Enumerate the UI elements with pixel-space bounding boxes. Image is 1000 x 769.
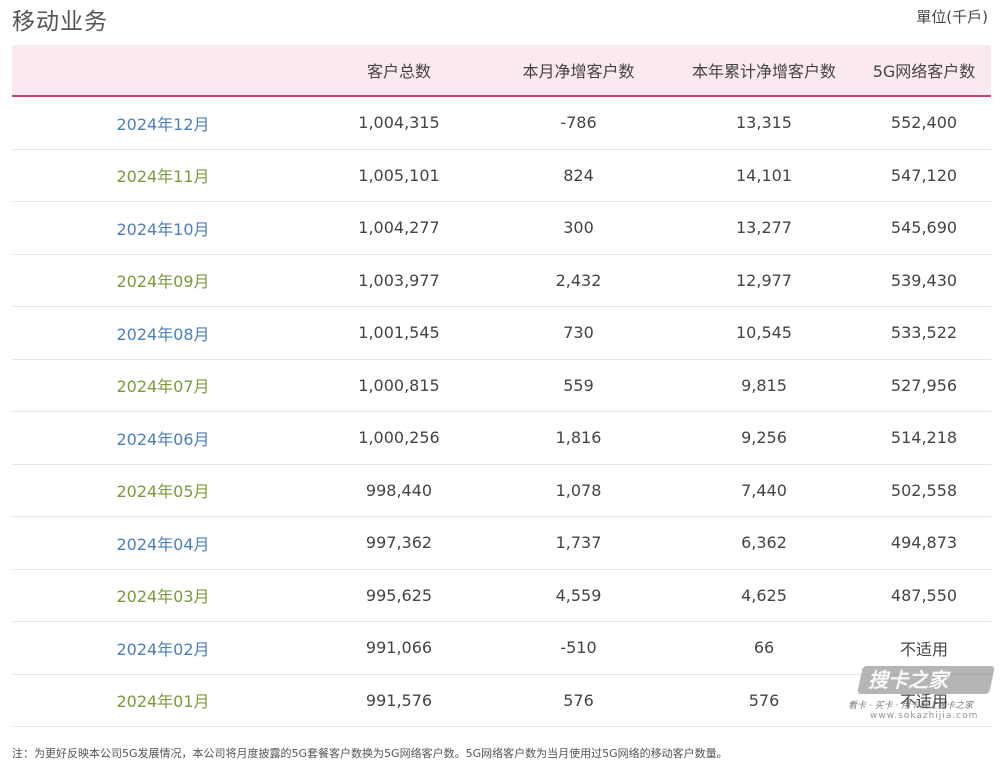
month-cell[interactable]: 2024年11月 bbox=[12, 163, 312, 187]
column-header-total-customers: 客户总数 bbox=[366, 62, 431, 81]
ytd-net-new-cell: 13,277 bbox=[736, 218, 792, 238]
total-customers-cell: 1,000,815 bbox=[358, 375, 440, 395]
column-header-ytd-net-new: 本年累计净增客户数 bbox=[691, 62, 836, 81]
total-customers-cell: 997,362 bbox=[365, 533, 433, 553]
month-cell[interactable]: 2024年04月 bbox=[12, 531, 312, 555]
monthly-net-new-cell: 824 bbox=[563, 165, 594, 185]
table-row: 2024年07月 1,000,815 559 9,815 527,956 bbox=[12, 360, 991, 412]
monthly-net-new-cell: 730 bbox=[563, 323, 594, 343]
ytd-net-new-cell: 7,440 bbox=[741, 480, 787, 500]
month-cell[interactable]: 2024年07月 bbox=[12, 373, 312, 397]
5g-customers-cell: 533,522 bbox=[890, 323, 958, 343]
monthly-net-new-cell: 2,432 bbox=[555, 270, 602, 290]
table-row: 2024年10月 1,004,277 300 13,277 545,690 bbox=[12, 202, 991, 255]
table-row: 2024年12月 1,004,315 -786 13,315 552,400 bbox=[12, 97, 991, 150]
total-customers-cell: 995,625 bbox=[365, 585, 433, 605]
5g-customers-cell: 539,430 bbox=[890, 270, 958, 290]
ytd-net-new-cell: 9,815 bbox=[741, 375, 787, 395]
footnote: 注：为更好反映本公司5G发展情况，本公司将月度披露的5G套餐客户数换为5G网络客… bbox=[12, 747, 728, 760]
total-customers-cell: 1,004,277 bbox=[358, 218, 440, 238]
monthly-net-new-cell: 1,078 bbox=[555, 480, 602, 500]
5g-customers-cell: 不适用 bbox=[899, 692, 948, 712]
table-row: 2024年04月 997,362 1,737 6,362 494,873 bbox=[12, 517, 991, 570]
monthly-net-new-cell: 559 bbox=[563, 375, 594, 395]
monthly-net-new-cell: 1,737 bbox=[555, 533, 602, 553]
5g-customers-cell: 494,873 bbox=[890, 533, 958, 553]
monthly-net-new-cell: 1,816 bbox=[555, 428, 602, 448]
5g-customers-cell: 不适用 bbox=[899, 639, 948, 659]
table-row: 2024年05月 998,440 1,078 7,440 502,558 bbox=[12, 465, 991, 517]
5g-customers-cell: 514,218 bbox=[890, 428, 958, 448]
total-customers-cell: 1,004,315 bbox=[358, 113, 440, 133]
monthly-net-new-cell: 576 bbox=[563, 690, 594, 710]
column-header-monthly-net-new: 本月净增客户数 bbox=[522, 62, 635, 81]
monthly-net-new-cell: 300 bbox=[563, 218, 594, 238]
total-customers-cell: 1,005,101 bbox=[358, 165, 440, 185]
monthly-net-new-cell: -510 bbox=[560, 638, 597, 658]
unit-label: 單位(千戶) bbox=[916, 8, 988, 26]
5g-customers-cell: 502,558 bbox=[890, 480, 958, 500]
ytd-net-new-cell: 66 bbox=[753, 638, 775, 658]
5g-customers-cell: 547,120 bbox=[890, 165, 958, 185]
5g-customers-cell: 545,690 bbox=[890, 218, 958, 238]
month-cell[interactable]: 2024年05月 bbox=[12, 478, 312, 502]
monthly-net-new-cell: -786 bbox=[560, 113, 597, 133]
ytd-net-new-cell: 10,545 bbox=[736, 323, 792, 343]
month-cell[interactable]: 2024年02月 bbox=[12, 636, 312, 660]
5g-customers-cell: 552,400 bbox=[890, 113, 958, 133]
column-header-5g-customers: 5G网络客户数 bbox=[872, 62, 976, 81]
total-customers-cell: 1,001,545 bbox=[358, 323, 440, 343]
total-customers-cell: 1,003,977 bbox=[358, 270, 440, 290]
table-row: 2024年08月 1,001,545 730 10,545 533,522 bbox=[12, 307, 991, 360]
mobile-business-table: 客户总数 本月净增客户数 本年累计净增客户数 5G网络客户数 2024年12月 1… bbox=[12, 45, 991, 727]
5g-customers-cell: 527,956 bbox=[890, 375, 958, 395]
total-customers-cell: 1,000,256 bbox=[358, 428, 440, 448]
month-cell[interactable]: 2024年10月 bbox=[12, 216, 312, 240]
table-header: 客户总数 本月净增客户数 本年累计净增客户数 5G网络客户数 bbox=[12, 45, 991, 97]
ytd-net-new-cell: 9,256 bbox=[741, 428, 787, 448]
total-customers-cell: 991,066 bbox=[365, 638, 433, 658]
ytd-net-new-cell: 13,315 bbox=[736, 113, 792, 133]
ytd-net-new-cell: 4,625 bbox=[741, 585, 787, 605]
total-customers-cell: 998,440 bbox=[365, 480, 433, 500]
table-row: 2024年06月 1,000,256 1,816 9,256 514,218 bbox=[12, 412, 991, 465]
month-cell[interactable]: 2024年03月 bbox=[12, 583, 312, 607]
table-row: 2024年11月 1,005,101 824 14,101 547,120 bbox=[12, 150, 991, 202]
table-row: 2024年09月 1,003,977 2,432 12,977 539,430 bbox=[12, 255, 991, 307]
ytd-net-new-cell: 576 bbox=[748, 690, 780, 710]
month-cell[interactable]: 2024年01月 bbox=[12, 688, 312, 712]
month-cell[interactable]: 2024年08月 bbox=[12, 321, 312, 345]
total-customers-cell: 991,576 bbox=[365, 690, 433, 710]
month-cell[interactable]: 2024年12月 bbox=[12, 111, 312, 135]
ytd-net-new-cell: 12,977 bbox=[736, 270, 792, 290]
table-row: 2024年01月 991,576 576 576 不适用 bbox=[12, 675, 991, 727]
month-cell[interactable]: 2024年06月 bbox=[12, 426, 312, 450]
month-cell[interactable]: 2024年09月 bbox=[12, 268, 312, 292]
table-body: 2024年12月 1,004,315 -786 13,315 552,400 2024年1… bbox=[12, 97, 991, 727]
table-row: 2024年03月 995,625 4,559 4,625 487,550 bbox=[12, 570, 991, 622]
5g-customers-cell: 487,550 bbox=[890, 585, 958, 605]
page: 移动业务 單位(千戶) 客户总数 本月净增客户数 本年累计净增客户数 5G网络客… bbox=[0, 0, 1000, 769]
monthly-net-new-cell: 4,559 bbox=[555, 585, 602, 605]
page-title: 移动业务 bbox=[12, 9, 108, 35]
table-row: 2024年02月 991,066 -510 66 不适用 bbox=[12, 622, 991, 675]
ytd-net-new-cell: 6,362 bbox=[741, 533, 787, 553]
ytd-net-new-cell: 14,101 bbox=[736, 165, 792, 185]
